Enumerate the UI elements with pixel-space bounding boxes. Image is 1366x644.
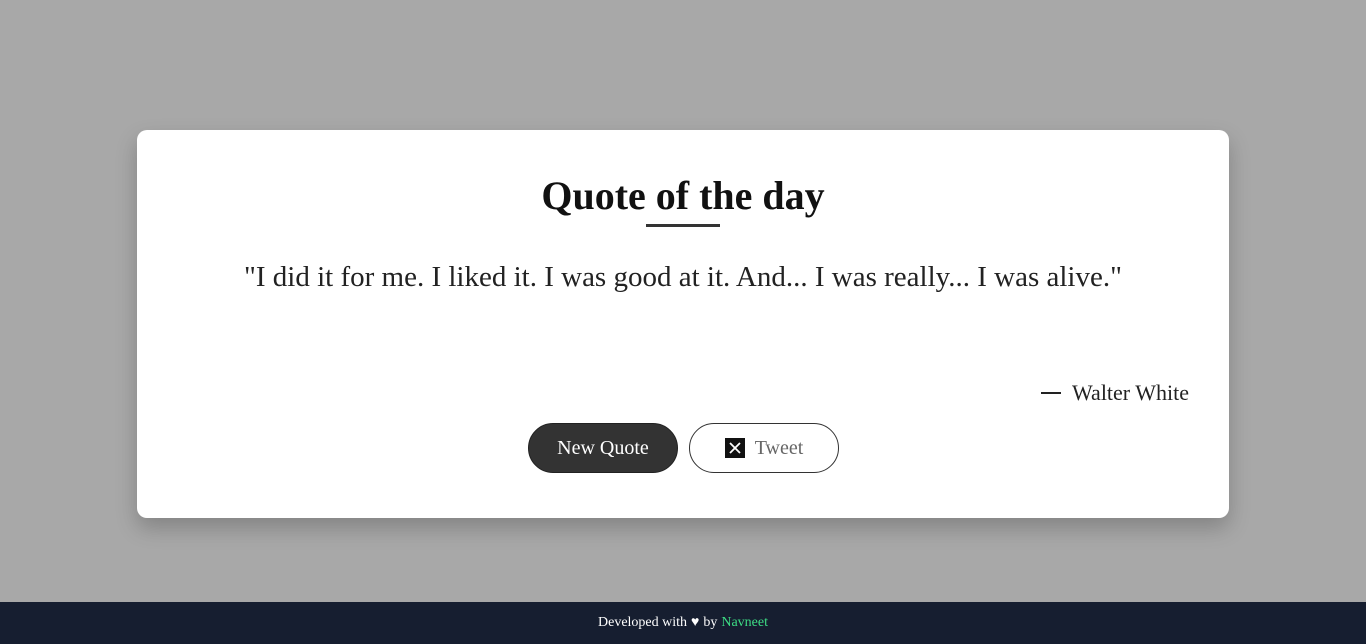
- footer-by: by: [703, 615, 718, 630]
- title-underline: [646, 224, 720, 227]
- quote-author: Walter White: [1041, 378, 1189, 408]
- quote-text: "I did it for me. I liked it. I was good…: [244, 261, 1122, 293]
- new-quote-button[interactable]: New Quote: [528, 423, 678, 473]
- page-title: Quote of the day: [541, 173, 825, 218]
- quote-card: Quote of the day "I did it for me. I lik…: [137, 130, 1229, 518]
- footer-author-link[interactable]: Navneet: [721, 615, 768, 631]
- footer-prefix: Developed with: [598, 615, 688, 630]
- action-buttons: New Quote Tweet: [528, 423, 839, 473]
- tweet-button-label: Tweet: [754, 436, 804, 459]
- heart-icon: ♥: [691, 615, 700, 630]
- tweet-button[interactable]: Tweet: [689, 423, 839, 473]
- author-dash: [1041, 392, 1062, 394]
- footer: Developed with ♥ by Navneet: [0, 602, 1366, 644]
- x-logo-icon: [724, 438, 745, 458]
- author-name: Walter White: [1072, 380, 1189, 405]
